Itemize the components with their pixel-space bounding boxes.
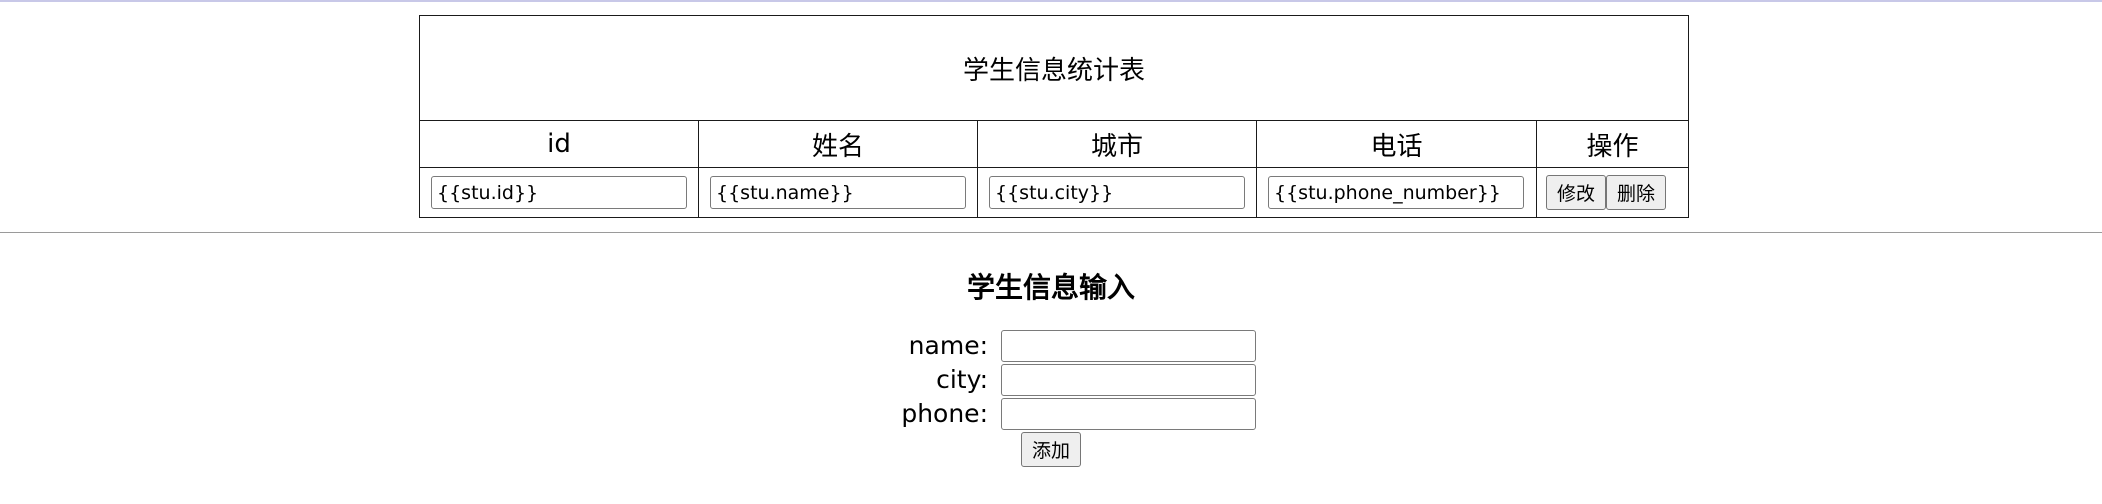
phone-input[interactable] [1001,398,1256,430]
delete-button[interactable]: 删除 [1606,175,1667,210]
cell-id [419,167,699,218]
table-row: 修改删除 [419,167,1690,218]
name-row: name: [0,329,2102,363]
form-title: 学生信息输入 [966,271,1135,304]
top-border-line [0,0,2102,2]
edit-button[interactable]: 修改 [1546,175,1607,210]
name-label: name: [908,331,988,360]
cell-phone [1256,167,1537,218]
table-caption: 学生信息统计表 [418,15,1690,121]
city-row: city: [0,363,2102,397]
section-divider [0,232,2102,233]
name-input[interactable] [1001,330,1256,362]
city-label: city: [936,365,988,394]
header-id: id [419,120,699,168]
city-input[interactable] [1001,364,1256,396]
id-field[interactable] [431,176,687,209]
table-header-row: id 姓名 城市 电话 操作 [419,120,1690,168]
header-ops: 操作 [1535,120,1690,168]
cell-ops: 修改 删除 [1535,167,1690,218]
phone-row: phone: [0,397,2102,431]
city-field[interactable] [989,176,1245,209]
cell-name [698,167,978,218]
header-city: 城市 [977,120,1257,168]
phone-field[interactable] [1268,176,1524,209]
student-stats-table: 学生信息统计表 id 姓名 城市 电话 操作 修改删除 [418,15,1690,218]
cell-city [977,167,1257,218]
header-name: 姓名 [698,120,978,168]
name-field[interactable] [710,176,966,209]
header-phone: 电话 [1256,120,1537,168]
phone-label: phone: [901,399,988,428]
add-button[interactable]: 添加 [1021,432,1082,467]
